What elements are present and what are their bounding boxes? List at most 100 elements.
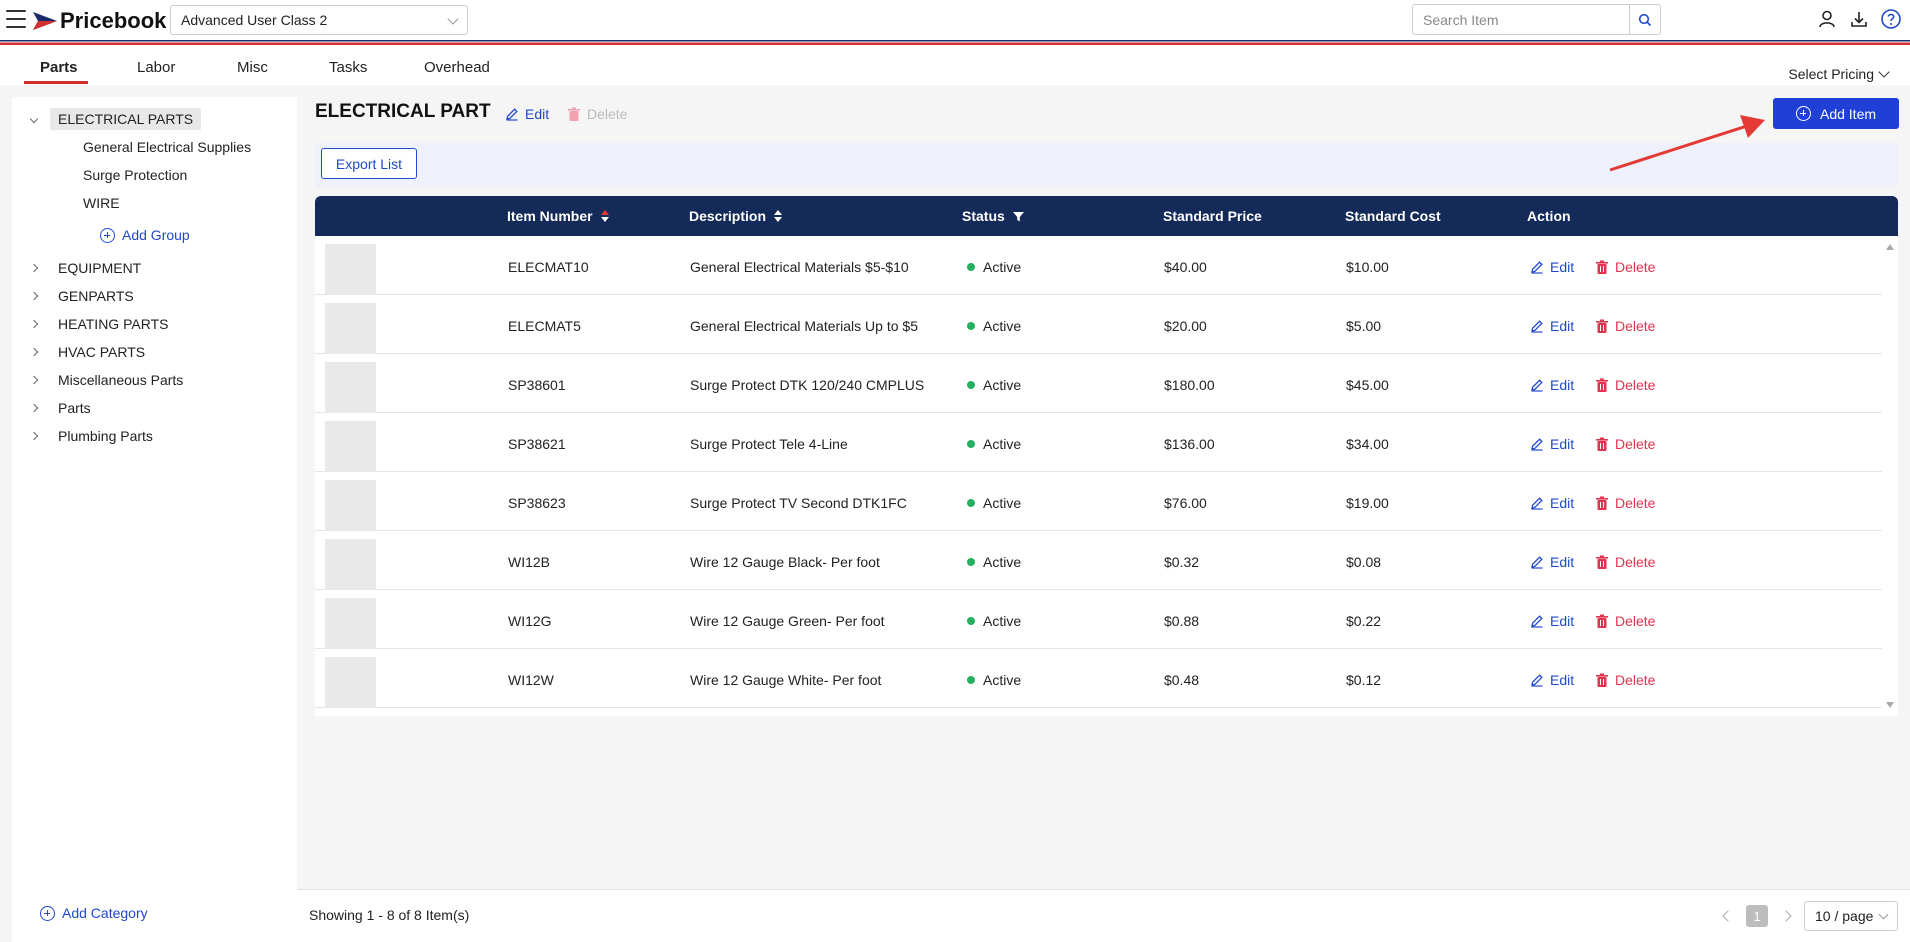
page-size-select[interactable]: 10 / page — [1804, 901, 1898, 931]
column-description[interactable]: Description — [689, 208, 783, 224]
chevron-right-icon[interactable] — [29, 403, 39, 413]
status-badge: Active — [967, 554, 1021, 570]
item-description: Surge Protect TV Second DTK1FC — [690, 495, 907, 511]
column-label: Standard Cost — [1345, 208, 1441, 224]
standard-cost: $34.00 — [1346, 436, 1389, 452]
row-edit-button[interactable]: Edit — [1530, 377, 1574, 393]
add-group-label: Add Group — [122, 227, 190, 243]
category-label: HEATING PARTS — [58, 316, 169, 332]
row-edit-button[interactable]: Edit — [1530, 436, 1574, 452]
help-icon[interactable] — [1880, 8, 1902, 30]
row-edit-button[interactable]: Edit — [1530, 259, 1574, 275]
download-icon[interactable] — [1848, 8, 1870, 30]
plus-circle-icon — [40, 905, 55, 921]
item-description: General Electrical Materials $5-$10 — [690, 259, 909, 275]
status-text: Active — [983, 377, 1022, 393]
sort-icon[interactable] — [600, 210, 609, 222]
row-delete-button[interactable]: Delete — [1595, 495, 1655, 511]
column-standard-price: Standard Price — [1163, 208, 1262, 224]
column-standard-cost: Standard Cost — [1345, 208, 1441, 224]
hamburger-menu-icon[interactable] — [6, 10, 26, 28]
search-input[interactable] — [1423, 11, 1619, 28]
status-dot-icon — [967, 322, 975, 330]
row-delete-button[interactable]: Delete — [1595, 259, 1655, 275]
sort-icon[interactable] — [774, 210, 783, 222]
chevron-right-icon[interactable] — [29, 431, 39, 441]
tab-tasks[interactable]: Tasks — [329, 59, 367, 76]
user-icon[interactable] — [1816, 8, 1838, 30]
row-edit-button[interactable]: Edit — [1530, 613, 1574, 629]
category-label: Parts — [58, 400, 91, 416]
export-list-button[interactable]: Export List — [321, 148, 417, 179]
top-bar: Pricebook Advanced User Class 2 — [0, 0, 1910, 40]
table-row: ELECMAT10 General Electrical Materials $… — [315, 236, 1882, 295]
item-number: ELECMAT5 — [508, 318, 581, 334]
standard-price: $76.00 — [1164, 495, 1207, 511]
status-dot-icon — [967, 617, 975, 625]
category-label: ELECTRICAL PARTS — [50, 108, 202, 130]
row-edit-button[interactable]: Edit — [1530, 672, 1574, 688]
scroll-up-icon[interactable] — [1886, 244, 1894, 250]
item-description: Wire 12 Gauge Green- Per foot — [690, 613, 885, 629]
flag-logo-icon — [33, 12, 57, 30]
add-category-button[interactable]: Add Category — [40, 905, 148, 921]
item-thumbnail — [325, 303, 376, 354]
status-text: Active — [983, 259, 1022, 275]
delete-category-button[interactable]: Delete — [567, 106, 627, 122]
search-button[interactable] — [1630, 4, 1661, 35]
tab-labor[interactable]: Labor — [137, 59, 175, 76]
page-number[interactable]: 1 — [1746, 905, 1768, 927]
category-label: Plumbing Parts — [58, 428, 153, 444]
chevron-right-icon[interactable] — [1780, 910, 1792, 922]
plus-circle-icon — [1795, 106, 1811, 121]
status-badge: Active — [967, 259, 1021, 275]
row-delete-button[interactable]: Delete — [1595, 318, 1655, 334]
column-action: Action — [1527, 208, 1571, 224]
status-badge: Active — [967, 495, 1021, 511]
column-item-number[interactable]: Item Number — [507, 208, 609, 224]
column-status[interactable]: Status — [962, 208, 1024, 224]
table-row: ELECMAT5 General Electrical Materials Up… — [315, 295, 1882, 354]
group-wire[interactable]: WIRE — [83, 195, 120, 211]
edit-label: Edit — [1550, 613, 1575, 629]
page-size-value: 10 / page — [1815, 908, 1874, 924]
chevron-down-icon[interactable] — [29, 114, 39, 124]
row-delete-button[interactable]: Delete — [1595, 377, 1655, 393]
row-edit-button[interactable]: Edit — [1530, 554, 1574, 570]
chevron-left-icon[interactable] — [1722, 910, 1734, 922]
filter-icon[interactable] — [1012, 211, 1024, 222]
tab-overhead[interactable]: Overhead — [424, 59, 490, 76]
pricebook-logo: Pricebook — [32, 8, 166, 34]
tab-misc[interactable]: Misc — [237, 59, 268, 76]
edit-category-button[interactable]: Edit — [505, 106, 549, 122]
row-edit-button[interactable]: Edit — [1530, 495, 1574, 511]
edit-label: Edit — [1550, 436, 1575, 452]
row-edit-button[interactable]: Edit — [1530, 318, 1574, 334]
chevron-right-icon[interactable] — [29, 291, 39, 301]
select-pricing-dropdown[interactable]: Select Pricing — [1788, 66, 1890, 82]
class-select[interactable]: Advanced User Class 2 — [170, 5, 468, 35]
add-group-button[interactable]: Add Group — [100, 227, 190, 243]
chevron-right-icon[interactable] — [29, 319, 39, 329]
group-general-electrical-supplies[interactable]: General Electrical Supplies — [83, 139, 251, 155]
tab-parts[interactable]: Parts — [40, 59, 78, 76]
chevron-right-icon[interactable] — [29, 375, 39, 385]
row-delete-button[interactable]: Delete — [1595, 672, 1655, 688]
edit-label: Edit — [1550, 554, 1575, 570]
standard-cost: $10.00 — [1346, 259, 1389, 275]
standard-cost: $0.22 — [1346, 613, 1382, 629]
row-delete-button[interactable]: Delete — [1595, 554, 1655, 570]
standard-price: $136.00 — [1164, 436, 1215, 452]
chevron-right-icon[interactable] — [29, 347, 39, 357]
tab-bar: Parts Labor Misc Tasks Overhead — [0, 45, 1910, 85]
table-row: SP38623 Surge Protect TV Second DTK1FC A… — [315, 472, 1882, 531]
row-delete-button[interactable]: Delete — [1595, 613, 1655, 629]
table-row: WI12B Wire 12 Gauge Black- Per foot Acti… — [315, 531, 1882, 590]
table-scrollbar[interactable] — [1882, 236, 1898, 716]
add-item-button[interactable]: Add Item — [1773, 98, 1899, 129]
chevron-right-icon[interactable] — [29, 263, 39, 273]
scroll-down-icon[interactable] — [1886, 702, 1894, 708]
group-surge-protection[interactable]: Surge Protection — [83, 167, 187, 183]
row-delete-button[interactable]: Delete — [1595, 436, 1655, 452]
table-row: WI12W Wire 12 Gauge White- Per foot Acti… — [315, 649, 1882, 708]
